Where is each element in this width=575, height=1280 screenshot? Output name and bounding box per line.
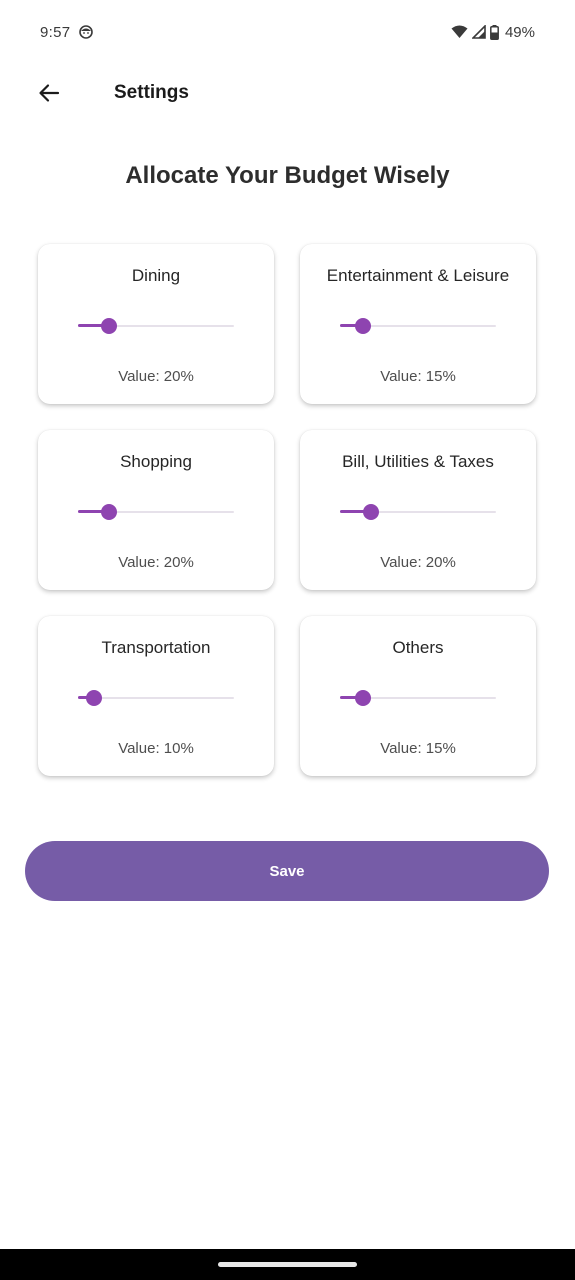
save-button[interactable]: Save xyxy=(25,841,549,901)
others-slider[interactable] xyxy=(340,689,496,707)
signal-icon xyxy=(471,25,486,39)
category-grid: Dining Value: 20% Entertainment & Leisur… xyxy=(38,244,536,776)
category-title: Shopping xyxy=(120,452,192,471)
category-card-entertainment: Entertainment & Leisure Value: 15% xyxy=(300,244,536,404)
battery-icon xyxy=(490,24,499,40)
dining-slider[interactable] xyxy=(78,317,234,335)
category-card-bills: Bill, Utilities & Taxes Value: 20% xyxy=(300,430,536,590)
category-title: Bill, Utilities & Taxes xyxy=(342,452,494,471)
slider-thumb[interactable] xyxy=(101,318,117,334)
status-time: 9:57 xyxy=(40,24,71,41)
slider-thumb[interactable] xyxy=(363,504,379,520)
budget-heading: Allocate Your Budget Wisely xyxy=(125,162,450,189)
slider-thumb[interactable] xyxy=(355,318,371,334)
battery-percent: 49% xyxy=(504,23,535,41)
category-value: Value: 10% xyxy=(118,740,194,757)
transportation-slider[interactable] xyxy=(78,689,234,707)
category-value: Value: 20% xyxy=(118,554,194,571)
category-title: Others xyxy=(392,638,444,657)
category-value: Value: 20% xyxy=(380,554,456,571)
bills-slider[interactable] xyxy=(340,503,496,521)
shopping-slider[interactable] xyxy=(78,503,234,521)
entertainment-slider[interactable] xyxy=(340,317,496,335)
status-bar: 9:57 49% xyxy=(0,0,575,64)
category-card-transportation: Transportation Value: 10% xyxy=(38,616,274,776)
status-indicators: 49% xyxy=(451,22,535,42)
slider-thumb[interactable] xyxy=(355,690,371,706)
category-title: Transportation xyxy=(101,638,211,657)
slider-thumb[interactable] xyxy=(101,504,117,520)
slider-thumb[interactable] xyxy=(86,690,102,706)
navigation-bar xyxy=(0,1249,575,1280)
home-handle[interactable] xyxy=(218,1262,357,1267)
category-value: Value: 15% xyxy=(380,740,456,757)
face-icon xyxy=(79,25,93,39)
back-button[interactable] xyxy=(32,76,66,110)
page-title: Settings xyxy=(114,82,189,103)
category-card-others: Others Value: 15% xyxy=(300,616,536,776)
category-title: Dining xyxy=(131,266,181,285)
app-bar: Settings xyxy=(0,64,575,122)
category-card-dining: Dining Value: 20% xyxy=(38,244,274,404)
category-value: Value: 20% xyxy=(118,368,194,385)
category-value: Value: 15% xyxy=(380,368,456,385)
category-card-shopping: Shopping Value: 20% xyxy=(38,430,274,590)
wifi-icon xyxy=(451,25,468,38)
save-button-label: Save xyxy=(269,862,305,880)
arrow-back-icon xyxy=(39,84,60,102)
category-title: Entertainment & Leisure xyxy=(326,266,510,285)
